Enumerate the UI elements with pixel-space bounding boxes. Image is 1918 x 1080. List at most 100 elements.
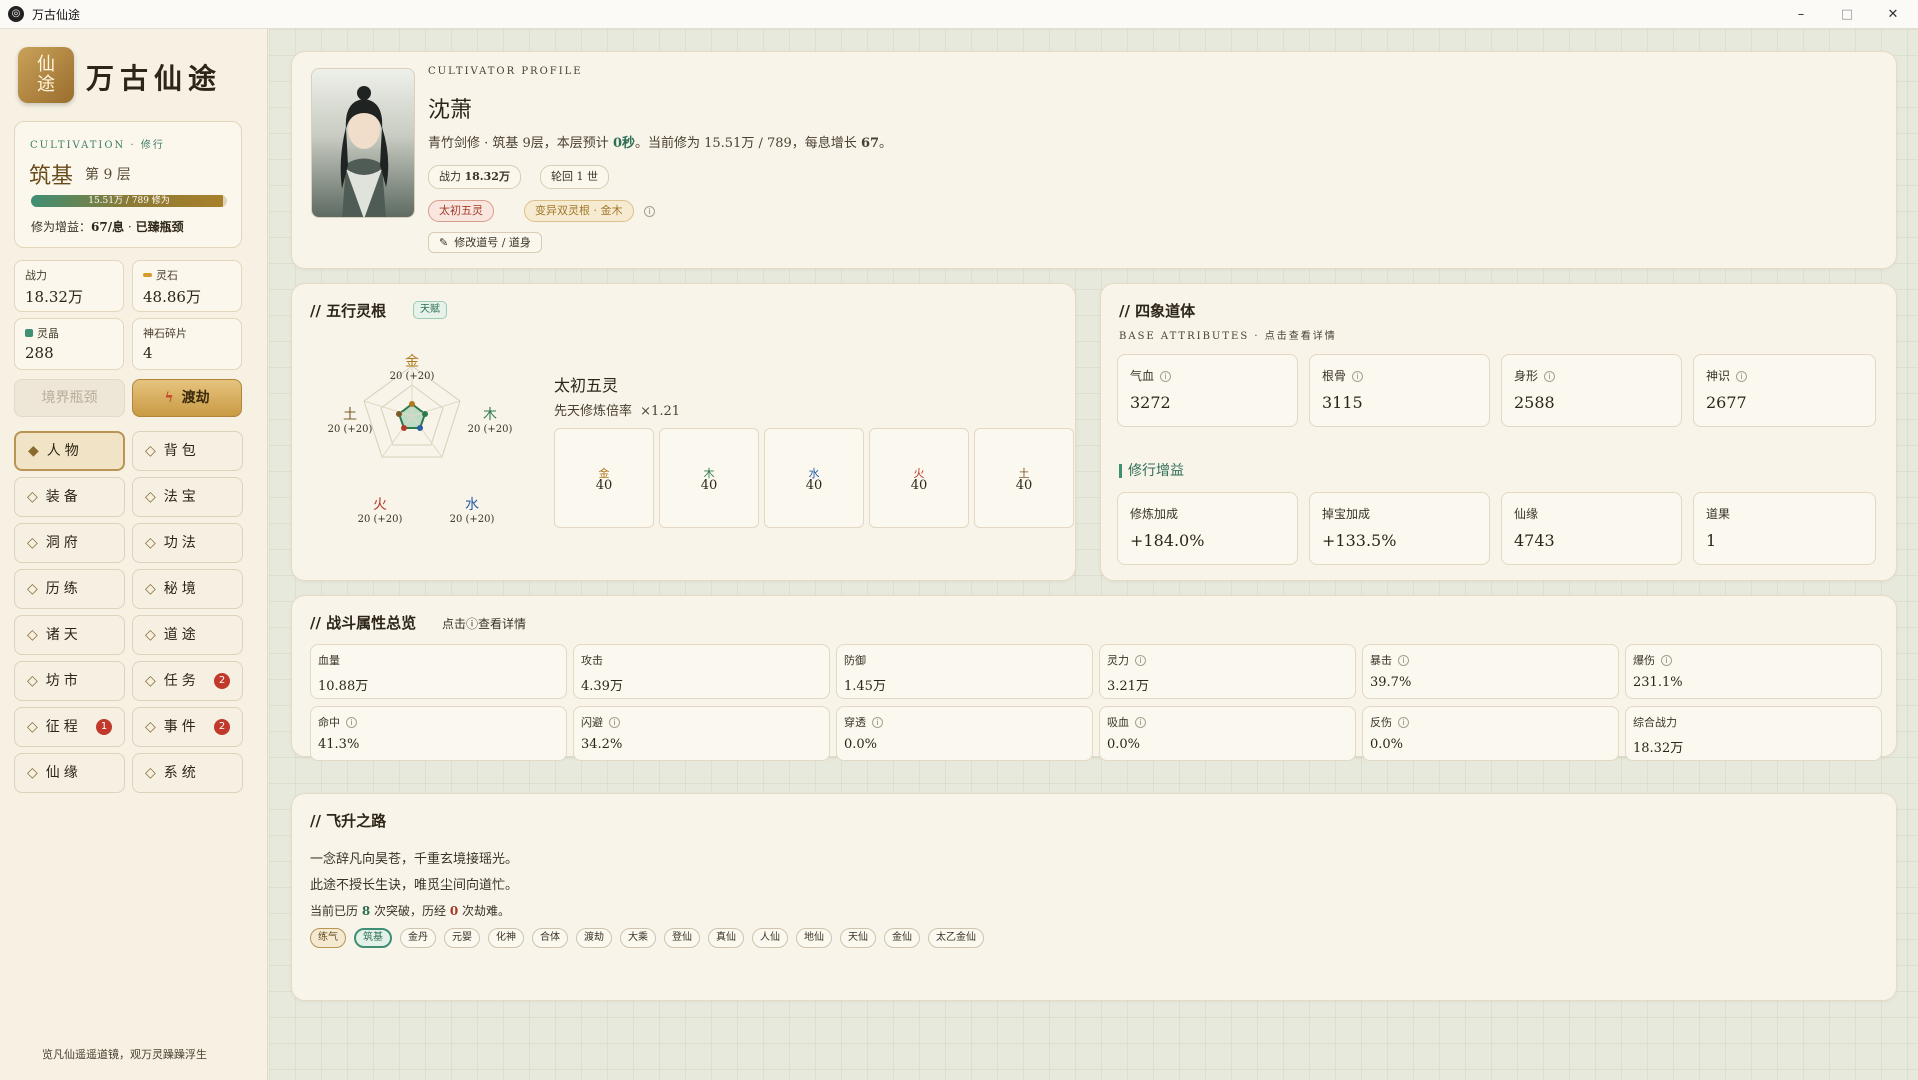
diamond-icon: ◇: [27, 719, 38, 735]
combat-stat-value: 10.88万: [318, 679, 369, 694]
spirit-roots-title: // 五行灵根: [310, 302, 387, 320]
realm-pill: 化神: [488, 928, 524, 948]
stat-power: 战力 18.32万: [14, 260, 124, 312]
nav-item[interactable]: ◇ 事件 2: [132, 707, 243, 747]
radar-label-fire: 火 20 (+20): [357, 497, 403, 525]
realm-pill: 天仙: [840, 928, 876, 948]
nav-item[interactable]: ◇ 功法: [132, 523, 243, 563]
minimize-button[interactable]: –: [1778, 0, 1824, 29]
combat-stat[interactable]: 命中 i 41.3%: [310, 706, 567, 761]
radar-label-metal: 金 20 (+20): [389, 354, 435, 382]
info-icon[interactable]: i: [1661, 655, 1672, 666]
element-box-wood[interactable]: 木 40: [659, 428, 759, 528]
combat-stat[interactable]: 吸血 i 0.0%: [1099, 706, 1356, 761]
combat-stat-value: 231.1%: [1633, 675, 1683, 690]
info-icon[interactable]: i: [1352, 371, 1364, 382]
variant-root-tag[interactable]: 变异双灵根 · 金木: [524, 200, 634, 222]
attr-qixue[interactable]: 气血 i 3272: [1117, 354, 1298, 427]
element-box-earth[interactable]: 土 40: [974, 428, 1074, 528]
base-attributes-card[interactable]: // 四象道体 BASE ATTRIBUTES · 点击查看详情 气血 i 3272…: [1100, 283, 1897, 581]
combat-stat[interactable]: 暴击 i 39.7%: [1362, 644, 1619, 699]
rebirth-tag: 轮回 1 世: [540, 165, 609, 189]
attr-shenshi[interactable]: 神识 i 2677: [1693, 354, 1876, 427]
nav-item[interactable]: ◆ 人物: [14, 431, 125, 471]
ascend-stats: 当前已历 8 次突破，历经 0 次劫难。: [310, 904, 511, 918]
element-box-water[interactable]: 水 40: [764, 428, 864, 528]
combat-stat[interactable]: 闪避 i 34.2%: [573, 706, 830, 761]
info-icon[interactable]: i: [346, 717, 357, 728]
realm-pill: 地仙: [796, 928, 832, 948]
crystal-icon: [25, 329, 33, 337]
element-box-fire[interactable]: 火 40: [869, 428, 969, 528]
combat-stat[interactable]: 灵力 i 3.21万: [1099, 644, 1356, 699]
app-icon: ◎: [8, 6, 24, 22]
info-icon[interactable]: i: [644, 206, 655, 217]
info-icon[interactable]: i: [1398, 655, 1409, 666]
notification-badge: 1: [96, 719, 112, 735]
combat-stat-value: 4.39万: [581, 679, 623, 694]
diamond-icon: ◇: [27, 627, 38, 643]
combat-stat-value: 34.2%: [581, 737, 623, 752]
cultivation-progress-text: 15.51万 / 789 修为: [88, 196, 170, 206]
nav-item[interactable]: ◇ 历练: [14, 569, 125, 609]
nav-item[interactable]: ◇ 洞府: [14, 523, 125, 563]
realm-layer: 第 9 层: [85, 167, 131, 183]
info-icon[interactable]: i: [1398, 717, 1409, 728]
info-icon[interactable]: i: [1135, 717, 1146, 728]
combat-stat: 攻击 4.39万: [573, 644, 830, 699]
gain-cultivation: 修炼加成 +184.0%: [1117, 492, 1298, 565]
nav-item[interactable]: ◇ 系统: [132, 753, 243, 793]
nav-item[interactable]: ◇ 秘境: [132, 569, 243, 609]
nav-item[interactable]: ◇ 征程 1: [14, 707, 125, 747]
maximize-button[interactable]: □: [1824, 0, 1870, 29]
combat-stat-label: 综合战力: [1633, 716, 1677, 729]
edit-profile-button[interactable]: ✎ 修改道号 / 道身: [428, 232, 542, 253]
nav-item-label: 道途: [163, 627, 200, 643]
close-button[interactable]: ✕: [1870, 0, 1916, 29]
nav-item[interactable]: ◇ 任务 2: [132, 661, 243, 701]
combat-stat[interactable]: 爆伤 i 231.1%: [1625, 644, 1882, 699]
spirit-root-tag[interactable]: 太初五灵: [428, 200, 494, 222]
nav-item[interactable]: ◇ 装备: [14, 477, 125, 517]
combat-stat-value: 18.32万: [1633, 741, 1684, 756]
diamond-icon: ◇: [145, 627, 156, 643]
info-icon[interactable]: i: [1736, 371, 1748, 382]
info-icon[interactable]: i: [1135, 655, 1146, 666]
tribulation-button[interactable]: ϟ 渡劫: [132, 379, 242, 417]
combat-stat-value: 0.0%: [1107, 737, 1141, 752]
nav-item-label: 功法: [163, 535, 200, 551]
nav-item[interactable]: ◇ 诸天: [14, 615, 125, 655]
nav-item[interactable]: ◇ 仙缘: [14, 753, 125, 793]
combat-hint: 点击ⓘ查看详情: [442, 617, 527, 631]
combat-stat-label: 吸血: [1107, 716, 1129, 729]
character-name[interactable]: 沈萧: [428, 92, 472, 124]
nav-item[interactable]: ◇ 背包: [132, 431, 243, 471]
element-box-metal[interactable]: 金 40: [554, 428, 654, 528]
combat-stat-value: 41.3%: [318, 737, 360, 752]
combat-stat-label: 血量: [318, 654, 340, 667]
info-icon[interactable]: i: [609, 717, 620, 728]
cultivation-card: CULTIVATION · 修行 筑基 第 9 层 15.51万 / 789 修…: [14, 121, 242, 248]
nav-item[interactable]: ◇ 道途: [132, 615, 243, 655]
combat-title: // 战斗属性总览: [310, 614, 417, 632]
info-icon[interactable]: i: [1544, 371, 1556, 382]
sidebar: 仙途 万古仙途 CULTIVATION · 修行 筑基 第 9 层 15.51万…: [0, 29, 268, 1080]
bottleneck-button[interactable]: 境界瓶颈: [14, 379, 125, 417]
radar-label-wood: 木 20 (+20): [467, 407, 513, 435]
attr-shenxing[interactable]: 身形 i 2588: [1501, 354, 1682, 427]
info-icon[interactable]: i: [872, 717, 883, 728]
combat-stat[interactable]: 反伤 i 0.0%: [1362, 706, 1619, 761]
nav-item-label: 人物: [46, 443, 83, 459]
brand-title: 万古仙途: [86, 62, 223, 95]
nav-item-label: 装备: [45, 489, 82, 505]
combat-stat-value: 0.0%: [844, 737, 878, 752]
attr-gengu[interactable]: 根骨 i 3115: [1309, 354, 1490, 427]
character-portrait: [311, 68, 415, 218]
nav-item-label: 坊市: [45, 673, 82, 689]
combat-stat[interactable]: 穿透 i 0.0%: [836, 706, 1093, 761]
footer-motto: 览凡仙遥遥道镜，观万灵躁躁浮生: [42, 1048, 207, 1061]
nav-item[interactable]: ◇ 法宝: [132, 477, 243, 517]
nav-item[interactable]: ◇ 坊市: [14, 661, 125, 701]
diamond-icon: ◇: [145, 719, 156, 735]
info-icon[interactable]: i: [1160, 371, 1172, 382]
